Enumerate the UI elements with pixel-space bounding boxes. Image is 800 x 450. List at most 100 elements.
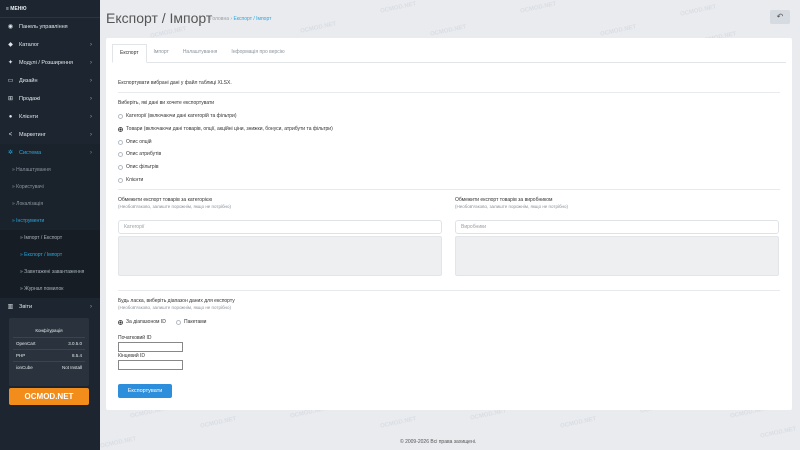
tools-submenu-item[interactable]: » Імпорт / Експорт	[0, 230, 100, 247]
tools-submenu-item[interactable]: » Експорт / Імпорт	[0, 247, 100, 264]
sidebar-item-label: Клієнти	[19, 114, 39, 120]
filter-category-label: Обмежити експорт товарів за категорією	[118, 197, 213, 203]
sidebar: ≡ МЕНЮ ◉ Панель управління ◆ Каталог › ✦ Модул…	[0, 0, 100, 450]
back-icon: ↶	[776, 12, 784, 21]
option-label: Товари (включаючи дані товарів, опції, а…	[126, 126, 333, 132]
dashboard-icon: ◉	[7, 24, 14, 30]
watermark-text: OCMOD.NET	[469, 408, 507, 422]
tab-import[interactable]: Імпорт	[147, 44, 176, 62]
option-filter-descriptions[interactable]: Опис фільтрів	[118, 164, 158, 170]
tab-export[interactable]: Експорт	[112, 44, 147, 63]
breadcrumb: Головна › Експорт / Імпорт	[210, 16, 271, 22]
config-name: ionCube	[16, 365, 33, 370]
ocmod-brand-button[interactable]: OCMOD.NET	[9, 388, 89, 405]
chevron-right-icon: ›	[90, 42, 92, 48]
end-id-input[interactable]	[118, 360, 183, 370]
option-attribute-descriptions[interactable]: Опис атрибутів	[118, 151, 161, 157]
sidebar-item[interactable]: ✲ Система ›	[0, 144, 100, 162]
export-panel: Експорт Імпорт Налаштування Інформація п…	[106, 38, 792, 410]
tab-version-info[interactable]: Інформація про версію	[224, 44, 291, 62]
main-nav: ◉ Панель управління ◆ Каталог › ✦ Модулі / Роз…	[0, 18, 100, 316]
radio-button[interactable]	[118, 139, 123, 145]
sidebar-item[interactable]: ✦ Модулі / Розширення ›	[0, 54, 100, 72]
share-icon: <	[8, 132, 13, 138]
range-option-label: За діапазоном ID	[126, 319, 166, 325]
back-button[interactable]: ↶	[770, 10, 790, 24]
radio-button[interactable]	[118, 319, 123, 325]
category-filter-input[interactable]: Категорії	[118, 220, 442, 234]
radio-button[interactable]	[118, 164, 123, 170]
tab-bar: Експорт Імпорт Налаштування Інформація п…	[112, 44, 786, 63]
watermark-text: OCMOD.NET	[559, 416, 597, 430]
watermark-text: OCMOD.NET	[99, 436, 137, 450]
submenu-item[interactable]: » Користувачі	[0, 179, 100, 196]
category-selection-box[interactable]	[118, 236, 442, 276]
watermark-text: OCMOD.NET	[599, 24, 637, 38]
option-categories[interactable]: Категорії (включаючи дані категорій та ф…	[118, 113, 237, 119]
manufacturer-selection-box[interactable]	[455, 236, 779, 276]
option-label: Категорії (включаючи дані категорій та ф…	[126, 113, 237, 119]
config-value: 8.5.4	[71, 353, 82, 358]
sidebar-item-label: Продажі	[19, 96, 41, 102]
sidebar-item[interactable]: ▭ Дизайн ›	[0, 72, 100, 90]
menu-title[interactable]: ≡ МЕНЮ	[0, 0, 100, 18]
config-row-php: PHP 8.5.4	[13, 349, 85, 361]
watermark-text: OCMOD.NET	[199, 416, 237, 430]
footer-copyright: © 2009-2026 Всі права захищені.	[400, 439, 477, 445]
manufacturer-filter-input[interactable]: Виробники	[455, 220, 779, 234]
chevron-right-icon: ›	[90, 114, 92, 120]
range-by-batches[interactable]: Пакетами	[176, 319, 206, 325]
watermark-text: OCMOD.NET	[299, 21, 337, 35]
sidebar-item[interactable]: ⊞ Продажі ›	[0, 90, 100, 108]
tools-submenu-item[interactable]: » Завнтажені завантаження	[0, 264, 100, 281]
config-row-opencart: OpenCart 3.0.5.0	[13, 337, 85, 349]
divider	[118, 92, 780, 93]
filter-category-help: (Необов'язково, залиште порожнім, якщо н…	[118, 204, 232, 209]
tools-submenu-item[interactable]: » Журнал помилок	[0, 281, 100, 298]
sidebar-item[interactable]: < Маркетинг ›	[0, 126, 100, 144]
choose-data-label: Виберіть, які дані ви хочете експортуват…	[118, 100, 215, 106]
radio-button[interactable]	[118, 177, 123, 183]
config-value: Not Install	[61, 365, 82, 370]
sidebar-item[interactable]: ● Клієнти ›	[0, 108, 100, 126]
sidebar-item-label: Звіти	[19, 304, 33, 310]
sidebar-item-label: Панель управління	[19, 24, 68, 30]
tab-settings[interactable]: Налаштування	[176, 44, 225, 62]
option-option-descriptions[interactable]: Опис опцій	[118, 139, 152, 145]
chevron-right-icon: ›	[90, 132, 92, 138]
radio-button[interactable]	[176, 319, 181, 325]
range-option-label: Пакетами	[184, 319, 207, 325]
sidebar-item-label: Система	[19, 150, 42, 156]
breadcrumb-home[interactable]: Головна	[210, 16, 229, 22]
option-customers[interactable]: Клієнти	[118, 177, 143, 183]
chevron-right-icon: ›	[90, 150, 92, 156]
watermark-text: OCMOD.NET	[759, 426, 797, 440]
sidebar-item[interactable]: ◉ Панель управління	[0, 18, 100, 36]
breadcrumb-current[interactable]: Експорт / Імпорт	[233, 16, 271, 22]
cart-icon: ⊞	[7, 96, 14, 102]
sidebar-item-label: Маркетинг	[19, 132, 46, 138]
submenu-item[interactable]: » Локалізація	[0, 196, 100, 213]
watermark-text: OCMOD.NET	[379, 1, 417, 15]
config-name: PHP	[16, 353, 26, 358]
radio-button[interactable]	[118, 151, 123, 157]
option-label: Клієнти	[126, 177, 144, 183]
sidebar-item-reports[interactable]: ▥ Звіти ›	[0, 298, 100, 316]
sidebar-item[interactable]: ◆ Каталог ›	[0, 36, 100, 54]
page-title: Експорт / Імпорт	[106, 10, 213, 26]
submenu-item[interactable]: » Інструменти	[0, 213, 100, 230]
export-button[interactable]: Експортувати	[118, 384, 172, 398]
option-label: Опис атрибутів	[126, 151, 162, 157]
radio-button[interactable]	[118, 126, 123, 132]
option-products[interactable]: Товари (включаючи дані товарів, опції, а…	[118, 126, 333, 132]
filter-manufacturer-label: Обмежити експорт товарів за виробником	[455, 197, 553, 203]
radio-button[interactable]	[118, 113, 123, 119]
range-by-id[interactable]: За діапазоном ID	[118, 319, 166, 325]
range-label: Будь ласка, виберіть діапазон даних для …	[118, 298, 235, 304]
sidebar-item-label: Дизайн	[19, 78, 38, 84]
start-id-input[interactable]	[118, 342, 183, 352]
watermark-text: OCMOD.NET	[519, 1, 557, 15]
user-icon: ●	[8, 114, 13, 120]
monitor-icon: ▭	[7, 78, 14, 84]
submenu-item[interactable]: » Налаштування	[0, 162, 100, 179]
